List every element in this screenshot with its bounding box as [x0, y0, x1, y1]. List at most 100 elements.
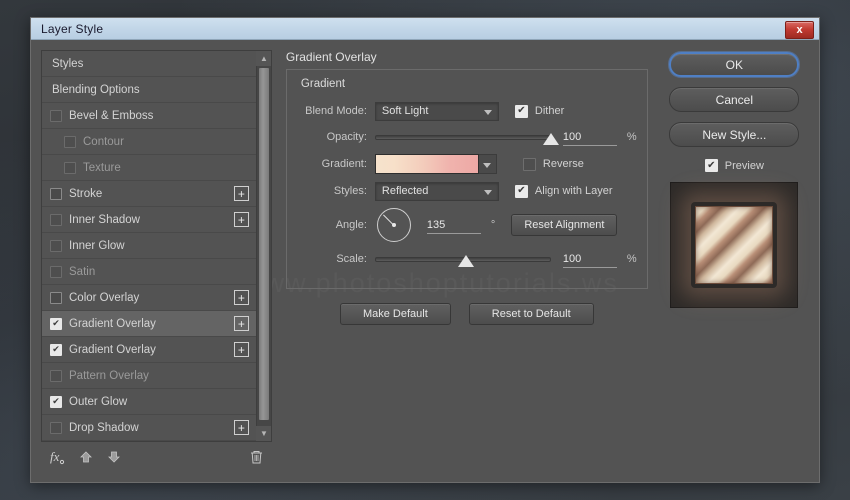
make-default-button[interactable]: Make Default — [339, 303, 451, 325]
style-list-item[interactable]: Inner Shadow + — [42, 207, 256, 233]
style-list-item-label: Outer Glow — [69, 395, 128, 408]
ok-button[interactable]: OK — [669, 52, 800, 77]
style-enable-checkbox[interactable] — [50, 395, 62, 408]
scrollbar-track[interactable] — [256, 66, 271, 426]
style-enable-checkbox[interactable] — [50, 187, 62, 200]
add-effect-icon[interactable]: + — [233, 420, 249, 435]
styles-list-container: Styles Blending Options Bevel & Emboss Cont… — [41, 50, 272, 442]
style-list-item-label: Bevel & Emboss — [69, 109, 154, 122]
add-effect-icon[interactable]: + — [233, 212, 249, 227]
trash-icon[interactable] — [249, 449, 264, 465]
style-list-item-label: Satin — [69, 265, 96, 278]
style-enable-checkbox[interactable] — [50, 369, 62, 382]
style-list-item-label: Texture — [83, 161, 121, 174]
blend-mode-label: Blend Mode: — [305, 105, 367, 117]
reverse-checkbox[interactable] — [522, 157, 536, 171]
panel-title: Gradient Overlay — [285, 50, 377, 64]
add-effect-icon[interactable]: + — [233, 316, 249, 331]
style-list-item[interactable]: Bevel & Emboss — [42, 103, 256, 129]
style-list-item[interactable]: Stroke + — [42, 181, 256, 207]
move-up-icon[interactable] — [79, 450, 93, 464]
opacity-input[interactable]: 100 — [562, 128, 617, 146]
angle-input[interactable]: 135 — [426, 216, 481, 234]
scrollbar-thumb[interactable] — [258, 68, 269, 420]
opacity-row: Opacity: 100 % — [297, 126, 637, 148]
style-list-item[interactable]: Color Overlay + — [42, 285, 256, 311]
preview-swatch — [695, 206, 774, 284]
angle-dial-hub — [391, 223, 396, 227]
style-select[interactable]: Reflected — [374, 181, 499, 201]
reset-alignment-button[interactable]: Reset Alignment — [511, 214, 618, 236]
style-list-item[interactable]: Gradient Overlay + — [42, 337, 256, 363]
styles-list: Styles Blending Options Bevel & Emboss Cont… — [42, 51, 256, 441]
opacity-slider-track — [374, 134, 551, 140]
style-list-item[interactable]: Satin — [42, 259, 256, 285]
style-list-item[interactable]: Pattern Overlay — [42, 363, 256, 389]
style-list-item-label: Blending Options — [52, 83, 140, 96]
add-effect-icon[interactable]: + — [233, 342, 249, 357]
style-row: Styles: Reflected Align with Layer — [297, 180, 637, 202]
reverse-checkbox-row[interactable]: Reverse — [522, 157, 584, 171]
preview-checkbox[interactable] — [704, 159, 718, 172]
close-icon[interactable]: x — [785, 21, 814, 39]
style-enable-checkbox[interactable] — [64, 161, 76, 174]
style-enable-checkbox[interactable] — [50, 291, 62, 304]
gradient-overlay-panel: Gradient Overlay Gradient Blend Mode: So… — [272, 50, 660, 472]
scale-slider-thumb[interactable] — [458, 255, 475, 267]
style-enable-checkbox[interactable] — [50, 343, 62, 356]
style-list-item[interactable]: Inner Glow — [42, 233, 256, 259]
opacity-slider-thumb[interactable] — [542, 133, 559, 145]
dialog-titlebar: Layer Style x — [31, 18, 819, 40]
style-list-item[interactable]: Texture — [42, 155, 256, 181]
dither-checkbox[interactable] — [514, 104, 528, 118]
align-checkbox-row[interactable]: Align with Layer — [514, 184, 613, 198]
styles-scrollbar[interactable]: ▲ ▼ — [255, 51, 271, 441]
preview-checkbox-row[interactable]: Preview — [704, 159, 764, 172]
blend-mode-control: Soft Light Dither — [374, 101, 564, 121]
scroll-down-icon[interactable]: ▼ — [256, 426, 271, 441]
style-list-item[interactable]: Gradient Overlay + — [42, 311, 256, 337]
style-enable-checkbox[interactable] — [50, 213, 62, 226]
new-style-button[interactable]: New Style... — [669, 122, 800, 147]
opacity-unit: % — [626, 131, 637, 143]
style-enable-checkbox[interactable] — [50, 421, 62, 434]
gradient-dropdown-icon[interactable] — [478, 154, 497, 174]
style-list-item[interactable]: Blending Options — [42, 77, 256, 103]
styles-panel: Styles Blending Options Bevel & Emboss Cont… — [41, 50, 272, 472]
scale-row: Scale: 100 % — [297, 248, 637, 270]
style-enable-checkbox[interactable] — [50, 109, 62, 122]
style-enable-checkbox[interactable] — [64, 135, 76, 148]
style-list-item-label: Styles — [52, 57, 84, 70]
style-list-item-label: Inner Shadow — [69, 213, 140, 226]
cancel-button[interactable]: Cancel — [669, 87, 800, 112]
style-list-item[interactable]: Drop Shadow + — [42, 415, 256, 441]
blend-mode-row: Blend Mode: Soft Light Dither — [297, 100, 637, 122]
style-label: Styles: — [333, 185, 367, 197]
angle-dial[interactable] — [376, 208, 411, 242]
style-enable-checkbox[interactable] — [50, 239, 62, 252]
scale-unit: % — [626, 253, 637, 265]
dither-checkbox-row[interactable]: Dither — [514, 104, 564, 118]
add-effect-icon[interactable]: + — [233, 290, 249, 305]
reset-to-default-button[interactable]: Reset to Default — [468, 303, 594, 325]
fx-icon[interactable]: fx — [49, 449, 65, 465]
gradient-label: Gradient: — [321, 158, 367, 170]
blend-mode-select[interactable]: Soft Light — [374, 101, 499, 121]
align-with-layer-checkbox[interactable] — [514, 184, 528, 198]
gradient-swatch[interactable] — [374, 154, 479, 174]
style-list-item[interactable]: Contour — [42, 129, 256, 155]
defaults-button-row: Make Default Reset to Default — [286, 303, 648, 325]
scale-input[interactable]: 100 — [562, 250, 617, 268]
scale-label: Scale: — [336, 253, 367, 265]
add-effect-icon[interactable]: + — [233, 186, 249, 201]
scroll-up-icon[interactable]: ▲ — [256, 51, 271, 66]
move-down-icon[interactable] — [107, 450, 121, 464]
angle-control: 135 ° Reset Alignment — [375, 208, 618, 242]
style-enable-checkbox[interactable] — [50, 317, 62, 330]
style-list-item[interactable]: Styles — [42, 51, 256, 77]
opacity-control: 100 % — [374, 127, 637, 147]
style-list-item[interactable]: Outer Glow — [42, 389, 256, 415]
style-enable-checkbox[interactable] — [50, 265, 62, 278]
opacity-slider[interactable] — [374, 127, 559, 147]
scale-slider[interactable] — [374, 249, 551, 269]
